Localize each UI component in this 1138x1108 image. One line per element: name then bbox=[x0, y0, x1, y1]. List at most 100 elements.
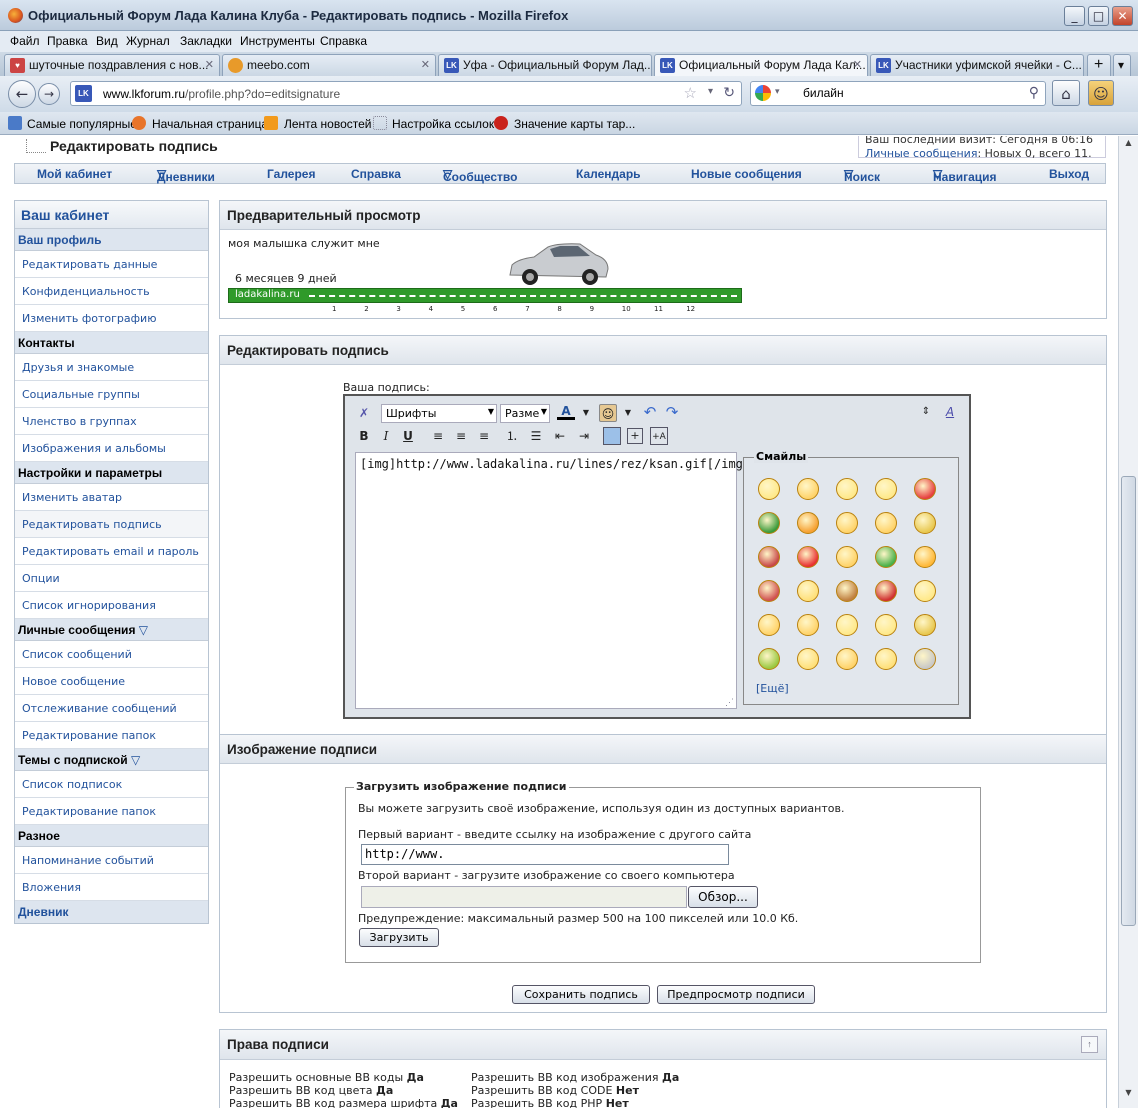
italic-icon[interactable]: I bbox=[377, 427, 395, 445]
sidebar-section-diary[interactable]: Дневник bbox=[15, 901, 208, 923]
vertical-scrollbar[interactable]: ▲ ▼ bbox=[1118, 136, 1138, 1108]
bookmark-start-page[interactable]: Начальная страница bbox=[152, 117, 268, 131]
unordered-list-icon[interactable]: ☰ bbox=[527, 427, 545, 445]
history-dropdown-icon[interactable]: ▾ bbox=[708, 86, 713, 97]
smilie-icon[interactable] bbox=[758, 580, 780, 602]
nav-navigation[interactable]: Навигация ▽ bbox=[933, 167, 997, 184]
collapse-panel-icon[interactable]: ↑ bbox=[1081, 1036, 1098, 1053]
sidebar-item-privacy[interactable]: Конфиденциальность bbox=[15, 278, 208, 305]
menu-view[interactable]: Вид bbox=[96, 34, 118, 48]
reload-icon[interactable]: ↻ bbox=[723, 84, 735, 101]
color-dropdown-icon[interactable]: ▼ bbox=[577, 404, 595, 422]
sidebar-section-subscriptions[interactable]: Темы с подпиской ▽ bbox=[15, 749, 208, 771]
menu-tools[interactable]: Инструменты bbox=[240, 34, 315, 48]
align-right-icon[interactable]: ≡ bbox=[475, 427, 493, 445]
smilie-icon[interactable] bbox=[914, 580, 936, 602]
upload-button[interactable]: Загрузить bbox=[359, 928, 439, 947]
close-button[interactable]: ✕ bbox=[1112, 6, 1133, 26]
tab-1[interactable]: ♥ шуточные поздравления с нов... ✕ bbox=[4, 54, 220, 76]
scroll-down-icon[interactable]: ▼ bbox=[1121, 1088, 1136, 1103]
align-center-icon[interactable]: ≡ bbox=[452, 427, 470, 445]
smilie-icon[interactable] bbox=[758, 546, 780, 568]
smilie-icon[interactable] bbox=[875, 648, 897, 670]
smilie-icon[interactable] bbox=[836, 512, 858, 534]
more-smilies-link[interactable]: [Ещё] bbox=[756, 682, 789, 695]
smilie-icon[interactable] bbox=[914, 614, 936, 636]
sidebar-item-subscription-list[interactable]: Список подписок bbox=[15, 771, 208, 798]
minimize-button[interactable]: _ bbox=[1064, 6, 1085, 26]
sidebar-item-email-password[interactable]: Редактировать email и пароль bbox=[15, 538, 208, 565]
search-magnifier-icon[interactable]: ⚲ bbox=[1029, 84, 1039, 101]
sidebar-item-new-message[interactable]: Новое сообщение bbox=[15, 668, 208, 695]
smilie-icon[interactable] bbox=[836, 546, 858, 568]
smilie-icon[interactable] bbox=[875, 614, 897, 636]
nav-logout[interactable]: Выход bbox=[1049, 167, 1089, 181]
forward-button[interactable]: → bbox=[38, 83, 60, 105]
nav-help[interactable]: Справка bbox=[351, 167, 401, 181]
bookmark-popular[interactable]: Самые популярные bbox=[27, 117, 137, 131]
smilie-icon[interactable] bbox=[797, 546, 819, 568]
browse-button[interactable]: Обзор... bbox=[688, 886, 758, 908]
collapse-icon[interactable]: ▽ bbox=[139, 623, 148, 637]
smilie-icon[interactable] bbox=[797, 512, 819, 534]
menu-history[interactable]: Журнал bbox=[126, 34, 170, 48]
bookmark-card-meaning[interactable]: Значение карты тар... bbox=[514, 117, 635, 131]
scroll-thumb[interactable] bbox=[1121, 476, 1136, 926]
sidebar-item-friends[interactable]: Друзья и знакомые bbox=[15, 354, 208, 381]
sidebar-item-event-reminders[interactable]: Напоминание событий bbox=[15, 847, 208, 874]
redo-icon[interactable]: ↷ bbox=[663, 403, 681, 421]
close-tab-icon[interactable]: ✕ bbox=[853, 58, 862, 71]
close-tab-icon[interactable]: ✕ bbox=[421, 58, 430, 71]
smilie-icon[interactable] bbox=[836, 580, 858, 602]
engine-dropdown-icon[interactable]: ▾ bbox=[775, 86, 780, 97]
maximize-button[interactable]: □ bbox=[1088, 6, 1109, 26]
smilie-icon[interactable] bbox=[797, 478, 819, 500]
smilie-icon[interactable] bbox=[797, 648, 819, 670]
align-left-icon[interactable]: ≡ bbox=[429, 427, 447, 445]
font-select[interactable]: Шрифты ▼ bbox=[381, 404, 497, 423]
sidebar-section-pm[interactable]: Личные сообщения ▽ bbox=[15, 619, 208, 641]
image-url-input[interactable]: http://www. bbox=[361, 844, 729, 865]
smilie-icon[interactable]: ☺ bbox=[599, 404, 617, 422]
smilie-icon[interactable] bbox=[914, 478, 936, 500]
smilie-icon[interactable] bbox=[836, 478, 858, 500]
ordered-list-icon[interactable]: ⒈ bbox=[503, 427, 521, 445]
smilie-icon[interactable] bbox=[875, 580, 897, 602]
tab-4-active[interactable]: LK Официальный Форум Лада Кал... ✕ bbox=[654, 54, 868, 76]
smilie-icon[interactable] bbox=[914, 546, 936, 568]
nav-search[interactable]: Поиск ▽ bbox=[844, 167, 880, 184]
insert-quote-icon[interactable]: +A bbox=[650, 427, 668, 445]
smilie-icon[interactable] bbox=[797, 580, 819, 602]
scroll-up-icon[interactable]: ▲ bbox=[1121, 138, 1136, 153]
smilie-icon[interactable] bbox=[875, 512, 897, 534]
insert-image-icon[interactable] bbox=[603, 427, 621, 445]
resize-grip-icon[interactable]: ⋰ bbox=[725, 698, 734, 708]
tab-5[interactable]: LK Участники уфимской ячейки - С... bbox=[870, 54, 1084, 76]
preview-signature-button[interactable]: Предпросмотр подписи bbox=[657, 985, 815, 1004]
outdent-icon[interactable]: ⇤ bbox=[551, 427, 569, 445]
smilie-icon[interactable] bbox=[836, 648, 858, 670]
new-tab-button[interactable]: + bbox=[1087, 54, 1111, 76]
sidebar-item-ignore-list[interactable]: Список игнорирования bbox=[15, 592, 208, 619]
sidebar-item-edit-profile[interactable]: Редактировать данные bbox=[15, 251, 208, 278]
smilie-icon[interactable] bbox=[758, 648, 780, 670]
text-color-icon[interactable]: A bbox=[557, 402, 575, 420]
smilie-icon[interactable] bbox=[797, 614, 819, 636]
file-path-input[interactable] bbox=[361, 886, 687, 908]
resize-toggle-icon[interactable]: ⇕ bbox=[917, 403, 935, 421]
sidebar-item-track-messages[interactable]: Отслеживание сообщений bbox=[15, 695, 208, 722]
menu-bookmarks[interactable]: Закладки bbox=[180, 34, 232, 48]
sidebar-item-group-membership[interactable]: Членство в группах bbox=[15, 408, 208, 435]
smilie-icon[interactable] bbox=[914, 512, 936, 534]
smilie-dropdown-icon[interactable]: ▼ bbox=[619, 404, 637, 422]
smilie-icon[interactable] bbox=[875, 478, 897, 500]
nav-new-posts[interactable]: Новые сообщения bbox=[691, 167, 802, 181]
search-bar[interactable]: ▾ билайн ⚲ bbox=[750, 81, 1046, 106]
tab-list-button[interactable]: ▾ bbox=[1113, 54, 1131, 76]
undo-icon[interactable]: ↶ bbox=[641, 403, 659, 421]
sidebar-item-attachments[interactable]: Вложения bbox=[15, 874, 208, 901]
nav-community[interactable]: Сообщество ▽ bbox=[443, 167, 517, 184]
collapse-icon[interactable]: ▽ bbox=[131, 753, 140, 767]
addon-icon[interactable]: ☺ bbox=[1088, 80, 1114, 106]
bookmark-star-icon[interactable]: ☆ bbox=[684, 84, 697, 102]
